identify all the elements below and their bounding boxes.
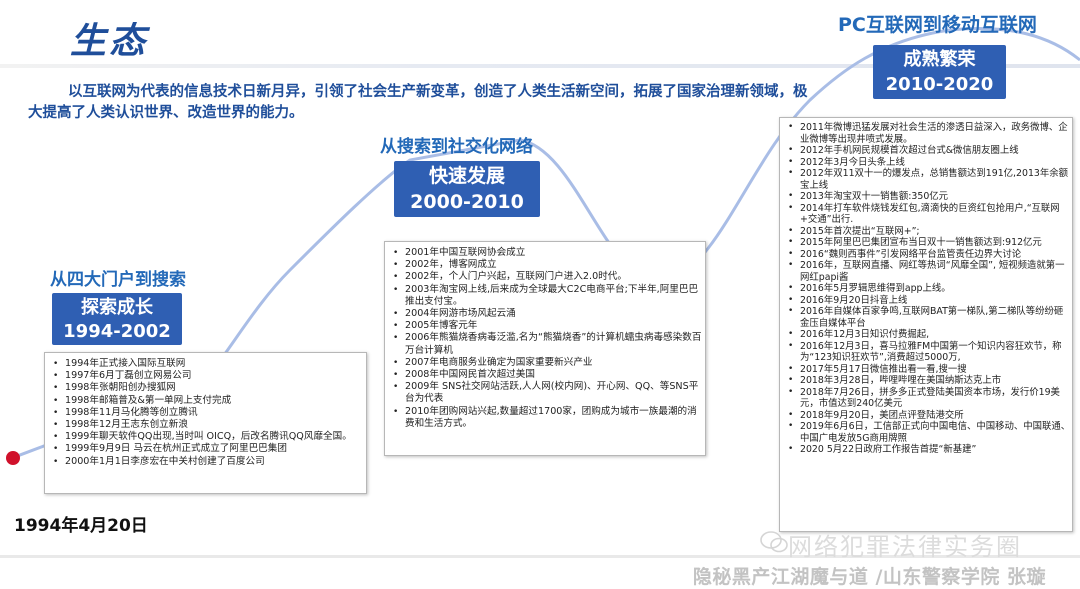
event-item: 2016年，互联网直播、网红等热词“风靡全国”, 短视频造就第一网红papi酱	[780, 260, 1072, 283]
event-item: 2004年网游市场风起云涌	[385, 308, 705, 320]
watermark-text: 网络犯罪法律实务圈	[788, 533, 1022, 561]
phase-2-event-list: 2001年中国互联网协会成立2002年，博客网成立2002年，个人门户兴起，互联…	[385, 247, 705, 430]
phase-2-label: 从搜索到社交化网络	[380, 137, 533, 157]
event-item: 1998年张朝阳创办搜狐网	[45, 382, 366, 394]
event-item: 2017年5月17日微信推出看一看,搜一搜	[780, 364, 1072, 376]
event-item: 2019年6月6日，工信部正式向中国电信、中国移动、中国联通、中国广电发放5G商…	[780, 421, 1072, 444]
phase-1-event-list: 1994年正式接入国际互联网1997年6月丁磊创立网易公司1998年张朝阳创办搜…	[45, 358, 366, 468]
event-item: 2010年团购网站兴起,数量超过1700家，团购成为城市一族最潮的消费和生活方式…	[385, 406, 705, 430]
event-item: 1999年9月9日 马云在杭州正式成立了阿里巴巴集团	[45, 443, 366, 455]
event-item: 2016年5月罗辑思维得到app上线。	[780, 283, 1072, 295]
event-item: 2018年7月26日，拼多多正式登陆美国资本市场，发行价19美元，市值达到240…	[780, 387, 1072, 410]
event-item: 2008年中国网民首次超过美国	[385, 369, 705, 381]
phase-3-label: PC互联网到移动互联网	[838, 14, 1037, 36]
start-date: 1994年4月20日	[14, 516, 148, 536]
event-item: 2003年淘宝网上线,后来成为全球最大C2C电商平台;下半年,阿里巴巴推出支付宝…	[385, 284, 705, 308]
event-item: 2016年12月3日知识付费掘起,	[780, 329, 1072, 341]
footer-credit: 隐秘黑产江湖魔与道 /山东警察学院 张璇	[692, 566, 1046, 588]
event-item: 2014年打车软件烧钱发红包,滴滴快的巨资红包抢用户,“互联网+交通”出行.	[780, 203, 1072, 226]
phase-1-years: 1994-2002	[63, 321, 171, 342]
phase-1-label: 从四大门户到搜索	[50, 270, 186, 290]
event-item: 2012年双11双十一的爆发点，总销售额达到191亿,2013年余额宝上线	[780, 168, 1072, 191]
phase-1-box: 探索成长 1994-2002	[52, 293, 182, 345]
event-item: 1994年正式接入国际互联网	[45, 358, 366, 370]
phase-3-name: 成熟繁荣	[903, 49, 976, 70]
phase-3-event-list: 2011年微博迅猛发展对社会生活的渗透日益深入，政务微博、企业微博等出现井喷式发…	[780, 122, 1072, 456]
phase-3-years: 2010-2020	[885, 74, 994, 95]
event-item: 2001年中国互联网协会成立	[385, 247, 705, 259]
event-item: 1999年聊天软件QQ出现,当时叫 OICQ，后改名腾讯QQ风靡全国。	[45, 431, 366, 443]
event-item: 2020 5月22日政府工作报告首提“新基建”	[780, 444, 1072, 456]
event-item: 2012年手机网民规模首次超过台式&微信朋友圈上线	[780, 145, 1072, 157]
phase-3-box: 成熟繁荣 2010-2020	[873, 45, 1006, 99]
event-item: 2009年 SNS社交网站活跃,人人网(校内网)、开心网、QQ、等SNS平台为代…	[385, 381, 705, 405]
event-item: 2012年3月今日头条上线	[780, 157, 1072, 169]
event-item: 2016年自媒体百家争鸣,互联网BAT第一梯队,第二梯队等纷纷砸金压自媒体平台	[780, 306, 1072, 329]
event-item: 1998年12月王志东创立新浪	[45, 419, 366, 431]
phase-2-box: 快速发展 2000-2010	[394, 161, 540, 217]
event-item: 1998年邮箱普及&第一单网上支付完成	[45, 395, 366, 407]
event-item: 1998年11月马化腾等创立腾讯	[45, 407, 366, 419]
event-item: 2015年首次提出“互联网+”;	[780, 226, 1072, 238]
event-item: 2006年熊猫烧香病毒泛滥,名为“熊猫烧香”的计算机蠕虫病毒感染数百万台计算机	[385, 332, 705, 356]
phase-2-years: 2000-2010	[410, 191, 524, 213]
event-item: 2013年淘宝双十一销售额:350亿元	[780, 191, 1072, 203]
event-item: 2018年9月20日，美团点评登陆港交所	[780, 410, 1072, 422]
event-item: 2011年微博迅猛发展对社会生活的渗透日益深入，政务微博、企业微博等出现井喷式发…	[780, 122, 1072, 145]
event-item: 2016“魏则西事件”引发网络平台监管责任边界大讨论	[780, 249, 1072, 261]
event-item: 2002年，个人门户兴起，互联网门户进入2.0时代。	[385, 271, 705, 283]
timeline-start-dot	[6, 451, 20, 465]
phase-1-events: 1994年正式接入国际互联网1997年6月丁磊创立网易公司1998年张朝阳创办搜…	[44, 352, 367, 494]
phase-3-events: 2011年微博迅猛发展对社会生活的渗透日益深入，政务微博、企业微博等出现井喷式发…	[779, 117, 1073, 532]
event-item: 2005年博客元年	[385, 320, 705, 332]
event-item: 2018年3月28日，哔哩哔哩在美国纳斯达克上市	[780, 375, 1072, 387]
slide: 生态 以互联网为代表的信息技术日新月异，引领了社会生产新变革，创造了人类生活新空…	[0, 0, 1080, 589]
event-item: 2000年1月1日李彦宏在中关村创建了百度公司	[45, 456, 366, 468]
phase-2-name: 快速发展	[428, 165, 505, 187]
event-item: 2016年9月20日抖音上线	[780, 295, 1072, 307]
event-item: 2007年电商服务业确定为国家重要新兴产业	[385, 357, 705, 369]
event-item: 2016年12月3日，喜马拉雅FM中国第一个知识内容狂欢节，称为“123知识狂欢…	[780, 341, 1072, 364]
event-item: 2015年阿里巴巴集团宣布当日双十一销售额达到:912亿元	[780, 237, 1072, 249]
phase-1-name: 探索成长	[81, 297, 153, 318]
event-item: 1997年6月丁磊创立网易公司	[45, 370, 366, 382]
event-item: 2002年，博客网成立	[385, 259, 705, 271]
phase-2-events: 2001年中国互联网协会成立2002年，博客网成立2002年，个人门户兴起，互联…	[384, 241, 706, 456]
